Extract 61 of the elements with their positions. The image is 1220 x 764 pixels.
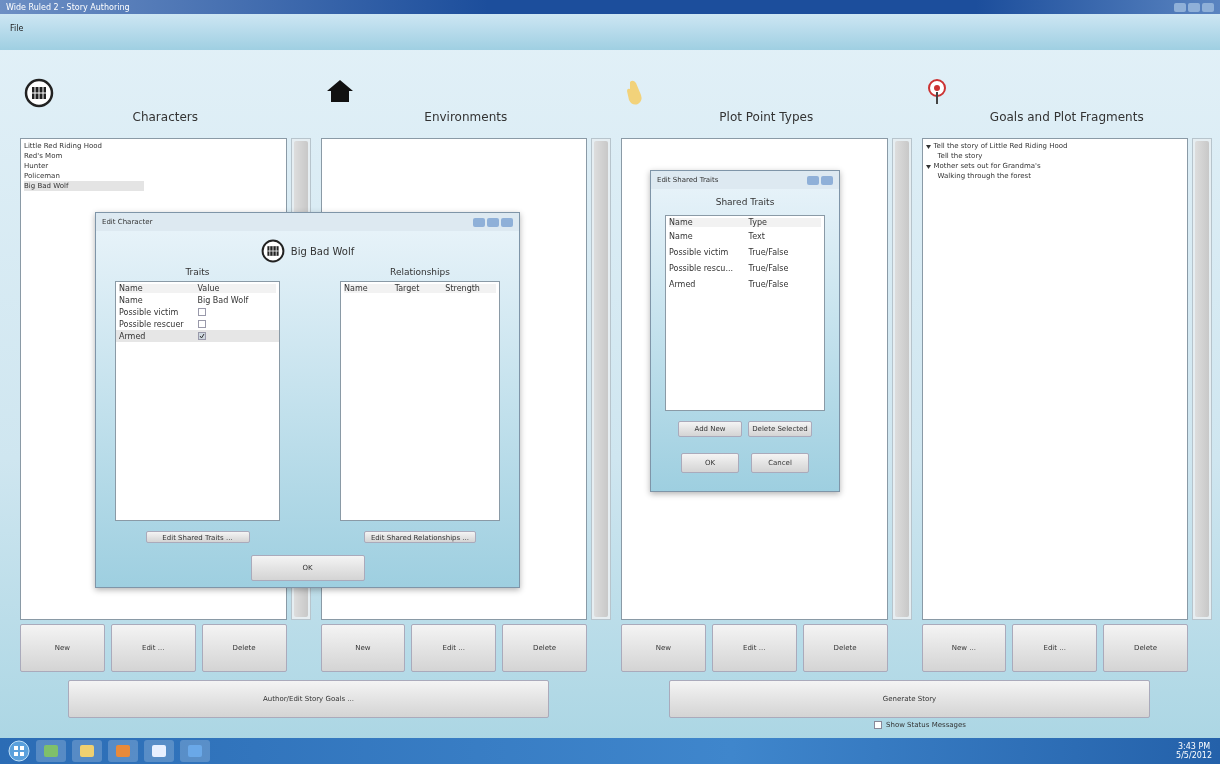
caret-icon[interactable] bbox=[925, 163, 931, 169]
checkbox[interactable] bbox=[874, 721, 882, 729]
checkbox[interactable] bbox=[197, 332, 206, 340]
minimize-button[interactable] bbox=[1174, 2, 1186, 12]
panel-title: Characters bbox=[132, 110, 198, 124]
table-row[interactable]: Possible victim bbox=[116, 306, 279, 318]
table-row[interactable]: Armed bbox=[116, 330, 279, 342]
window-title: Wide Ruled 2 - Story Authoring bbox=[6, 2, 130, 12]
column-header[interactable]: Strength bbox=[445, 283, 496, 293]
column-header[interactable]: Type bbox=[748, 217, 821, 227]
maximize-button[interactable] bbox=[1188, 2, 1200, 12]
table-cell-text: Text bbox=[748, 231, 766, 241]
table-cell-text: Possible victim bbox=[119, 307, 180, 317]
character-icon bbox=[24, 78, 54, 108]
table-row[interactable]: Name Big Bad Wolf bbox=[116, 294, 279, 306]
minimize-button[interactable] bbox=[473, 217, 485, 227]
table-cell-text: Possible victim bbox=[669, 247, 730, 257]
panel-title: Goals and Plot Fragments bbox=[989, 110, 1144, 124]
table-cell-text: Possible rescuer bbox=[119, 319, 185, 329]
table-cell-text: Armed bbox=[119, 331, 147, 341]
panel-title: Plot Point Types bbox=[719, 110, 814, 124]
caret-icon[interactable] bbox=[925, 143, 931, 149]
clock-time: 3:43 PM bbox=[1177, 742, 1211, 751]
column-header[interactable]: Name bbox=[119, 283, 198, 293]
column-header[interactable]: Target bbox=[394, 283, 446, 293]
minimize-button[interactable] bbox=[807, 175, 819, 185]
table-cell-text: True/False bbox=[748, 279, 790, 289]
table-cell-text: Big Bad Wolf bbox=[197, 295, 250, 305]
clock-date: 5/5/2012 bbox=[1176, 751, 1212, 760]
scroll-bar[interactable] bbox=[891, 138, 912, 620]
panel-title: Environments bbox=[424, 110, 508, 124]
checkbox[interactable] bbox=[197, 308, 206, 316]
table-cell-text: Armed bbox=[669, 279, 697, 289]
close-button[interactable] bbox=[501, 217, 513, 227]
taskbar-app-icon[interactable] bbox=[36, 740, 66, 762]
taskbar-app-icon[interactable] bbox=[180, 740, 210, 762]
table-cell-text: True/False bbox=[748, 247, 790, 257]
column-header[interactable]: Name bbox=[344, 283, 395, 293]
checkbox[interactable] bbox=[197, 320, 206, 328]
taskbar-app-icon[interactable] bbox=[144, 740, 174, 762]
scroll-bar[interactable] bbox=[591, 138, 611, 620]
maximize-button[interactable] bbox=[487, 217, 499, 227]
start-button-icon[interactable] bbox=[8, 740, 30, 762]
character-icon bbox=[260, 239, 285, 263]
close-button[interactable] bbox=[821, 175, 833, 185]
section-title: Traits bbox=[185, 267, 210, 277]
section-title: Relationships bbox=[390, 267, 450, 277]
menu-item[interactable]: File bbox=[10, 24, 24, 33]
close-button[interactable] bbox=[1202, 2, 1214, 12]
taskbar-app-icon[interactable] bbox=[72, 740, 102, 762]
column-header[interactable]: Value bbox=[197, 283, 276, 293]
table-cell-text: True/False bbox=[748, 263, 790, 273]
table-cell-text: Possible rescu... bbox=[669, 263, 735, 273]
table-cell-text: Name bbox=[669, 231, 694, 241]
column-header[interactable]: Name bbox=[669, 217, 749, 227]
character-name: Big Bad Wolf bbox=[290, 245, 355, 257]
scroll-bar[interactable] bbox=[1192, 138, 1212, 620]
table-row[interactable]: Possible rescuer bbox=[116, 318, 279, 330]
table-cell-text: Name bbox=[119, 295, 144, 305]
taskbar-app-icon[interactable] bbox=[108, 740, 138, 762]
dialog-heading: Shared Traits bbox=[715, 197, 775, 207]
